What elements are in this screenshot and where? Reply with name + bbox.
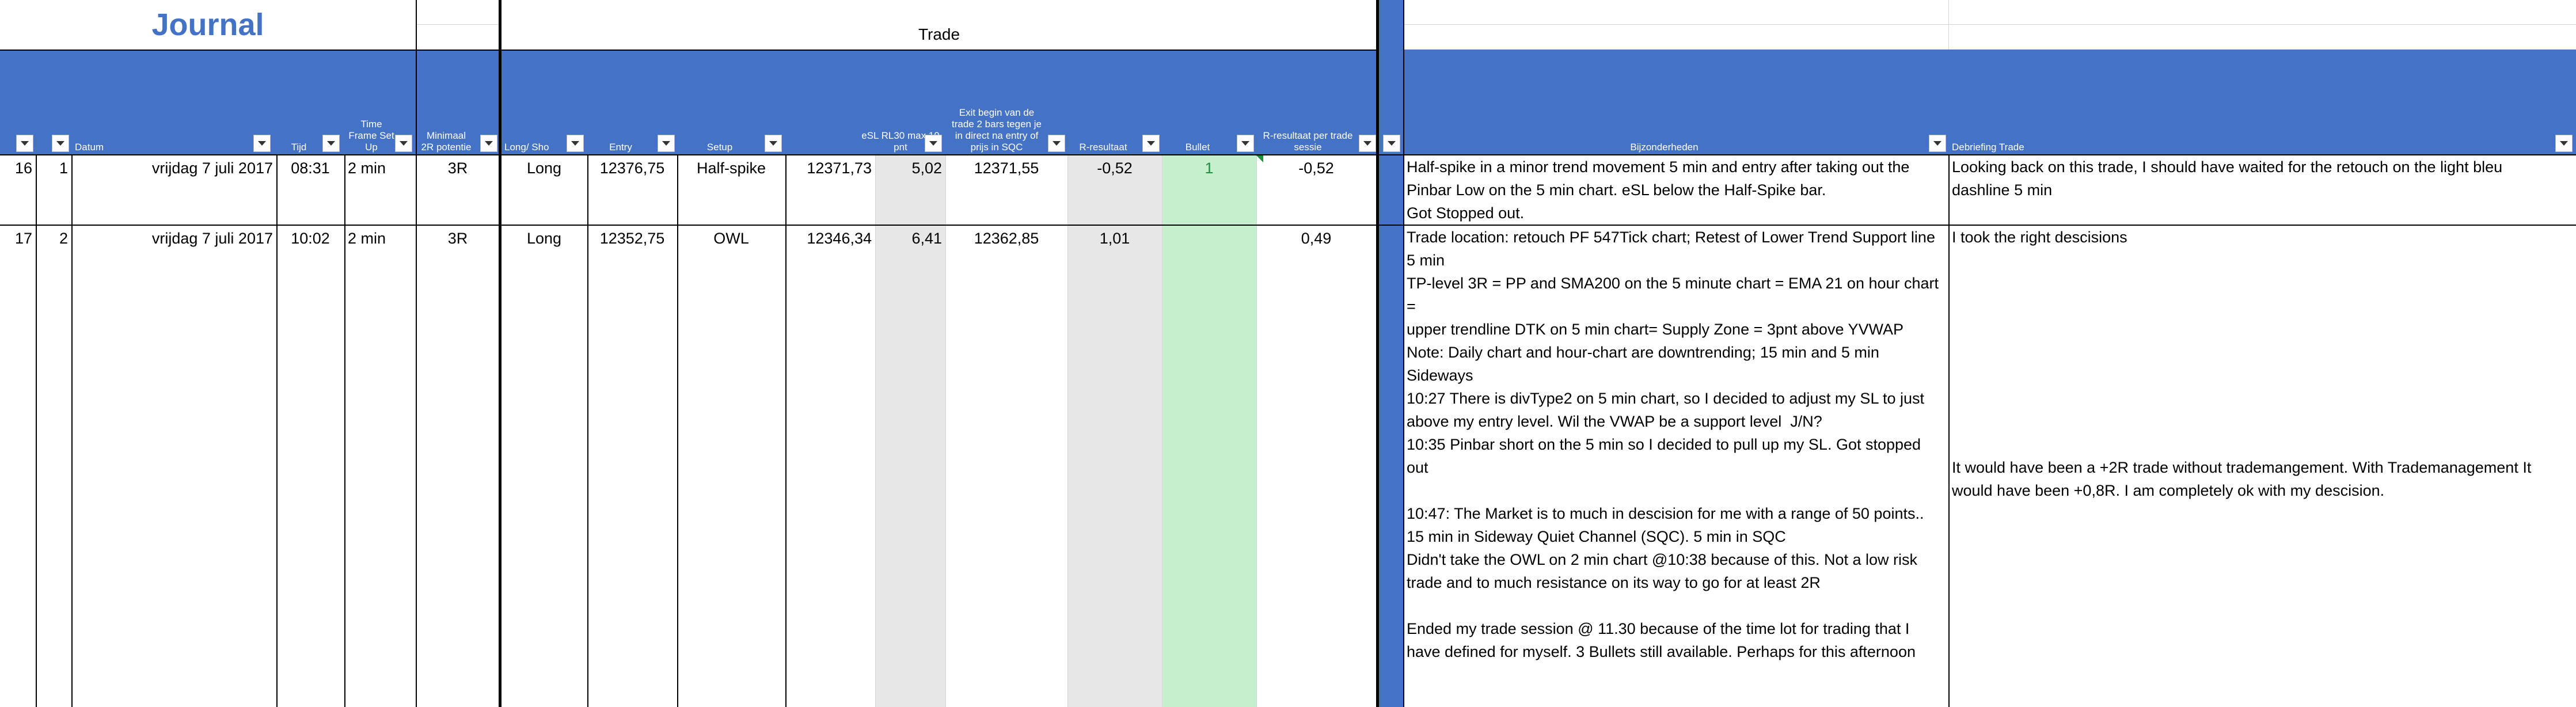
bullet-column-fill [1162,154,1256,707]
grid-line [416,24,501,25]
cell-bijzonderheden[interactable]: Trade location: retouch PF 547Tick chart… [1403,226,1948,663]
column-border-thick [1376,0,1379,707]
cell-tijd[interactable]: 08:31 [276,157,344,180]
cell-r-sessie[interactable]: -0,52 [1256,157,1376,180]
cell-bijzonderheden[interactable]: Half-spike in a minor trend movement 5 m… [1403,155,1948,225]
cell-r-sessie[interactable]: 0,49 [1256,227,1376,250]
filter-button-setup[interactable] [765,135,782,152]
filter-button-longshort[interactable] [567,135,584,152]
grid-line [1948,0,1949,50]
filter-button-bullet[interactable] [1237,135,1254,152]
trade-section-title: Trade [918,25,960,43]
cell-r-resultaat[interactable]: 1,01 [1067,227,1162,250]
col-header-bijzonderheden: Bijzonderheden [1630,142,1699,153]
cell-exit[interactable]: 12362,85 [945,227,1067,250]
filter-button-r-sessie[interactable] [1359,135,1376,152]
filter-button-timeframe[interactable] [395,135,412,152]
filter-button-entry[interactable] [658,135,675,152]
cell-nr[interactable]: 17 [0,227,36,250]
filter-button-id[interactable] [52,135,69,152]
filter-button-datum[interactable] [253,135,271,152]
filter-button-exit[interactable] [1048,135,1065,152]
col-header-debriefing: Debriefing Trade [1952,142,2024,153]
spreadsheet: Journal Trade Datum Tijd Time Frame Set … [0,0,2576,707]
cell-setup[interactable]: Half-spike [677,157,785,180]
cell-debriefing-top[interactable]: I took the right descisions [1948,226,2576,249]
cell-minimaal[interactable]: 3R [416,157,500,180]
grid-line [1403,24,2576,25]
cell-bullet[interactable]: 1 [1162,157,1256,180]
cell-esl-pnt[interactable]: 5,02 [875,157,945,180]
filter-button-bijzonderheden[interactable] [1929,135,1946,152]
col-header-datum: Datum [75,142,104,153]
cell-exit[interactable]: 12371,55 [945,157,1067,180]
cell-esl[interactable]: 12371,73 [785,157,875,180]
row-border [0,50,1379,51]
cell-esl[interactable]: 12346,34 [785,227,875,250]
cell-entry[interactable]: 12376,75 [587,157,677,180]
filter-button-r-resultaat[interactable] [1142,135,1160,152]
filter-button-debriefing[interactable] [2555,135,2573,152]
cell-timeframe[interactable]: 2 min [344,157,416,180]
cell-longshort[interactable]: Long [501,157,587,180]
cell-debriefing-bottom[interactable]: It would have been a +2R trade without t… [1948,456,2576,502]
cell-datum[interactable]: vrijdag 7 juli 2017 [71,157,276,180]
cell-r-resultaat[interactable]: -0,52 [1067,157,1162,180]
cell-setup[interactable]: OWL [677,227,785,250]
column-border-thick [499,0,501,707]
cell-nr[interactable]: 16 [0,157,36,180]
filter-button-nr[interactable] [16,135,33,152]
cell-longshort[interactable]: Long [501,227,587,250]
cell-debriefing[interactable]: Looking back on this trade, I should hav… [1948,155,2576,202]
filter-button-minimaal[interactable] [480,135,497,152]
cell-tijd[interactable]: 10:02 [276,227,344,250]
filter-button-tijd[interactable] [322,135,340,152]
cell-entry[interactable]: 12352,75 [587,227,677,250]
journal-title: Journal [151,7,264,42]
cell-timeframe[interactable]: 2 min [344,227,416,250]
col-header-esl: eSL RL30 max 10 pnt [861,130,940,153]
column-border [416,0,417,707]
cell-id[interactable]: 1 [36,157,71,180]
filter-button-esl[interactable] [925,135,942,152]
cell-datum[interactable]: vrijdag 7 juli 2017 [71,227,276,250]
cell-id[interactable]: 2 [36,227,71,250]
filter-button-separator[interactable] [1383,135,1400,152]
cell-minimaal[interactable]: 3R [416,227,500,250]
cell-esl-pnt[interactable]: 6,41 [875,227,945,250]
